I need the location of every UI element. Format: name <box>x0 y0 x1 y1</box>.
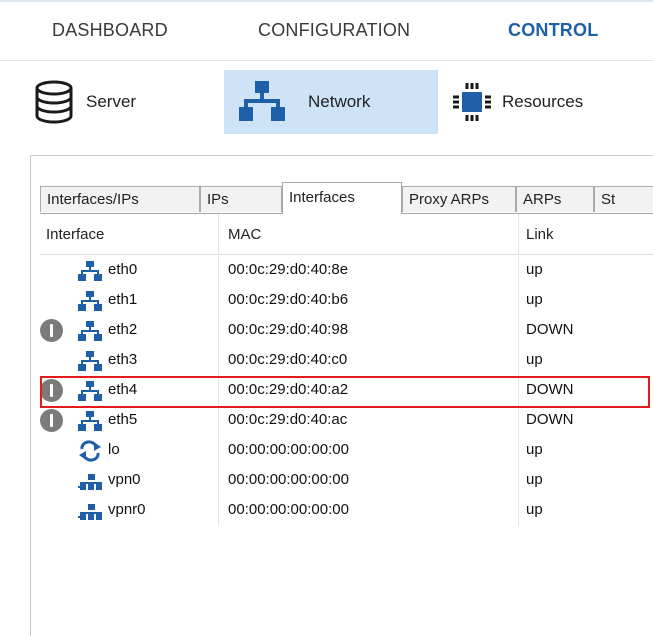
network-button[interactable]: Network <box>224 70 438 134</box>
mac-address: 00:0c:29:d0:40:ac <box>228 411 348 428</box>
network-icon <box>78 380 102 402</box>
column-divider <box>518 214 519 254</box>
mac-address: 00:00:00:00:00:00 <box>228 441 349 458</box>
table-row[interactable]: eth5 00:0c:29:d0:40:ac DOWN <box>40 406 653 436</box>
column-divider <box>518 436 519 466</box>
table-row[interactable]: eth4 00:0c:29:d0:40:a2 DOWN <box>40 376 653 406</box>
column-divider <box>218 406 219 436</box>
tab-arps[interactable]: ARPs <box>516 186 594 212</box>
column-divider <box>518 286 519 316</box>
column-divider <box>518 496 519 526</box>
warning-icon <box>40 409 63 432</box>
interface-name: eth2 <box>108 321 138 338</box>
column-divider <box>218 316 219 346</box>
column-divider <box>518 376 519 406</box>
network-label: Network <box>308 92 371 111</box>
tab-interfaces-ips[interactable]: Interfaces/IPs <box>40 186 200 212</box>
table-row[interactable]: eth2 00:0c:29:d0:40:98 DOWN <box>40 316 653 346</box>
mac-address: 00:0c:29:d0:40:98 <box>228 321 349 338</box>
table-row[interactable]: vpn0 00:00:00:00:00:00 up <box>40 466 653 496</box>
column-divider <box>218 496 219 526</box>
interface-name: eth3 <box>108 351 138 368</box>
menu-dashboard[interactable]: DASHBOARD <box>52 20 168 41</box>
column-divider <box>218 376 219 406</box>
column-divider <box>218 466 219 496</box>
table-row[interactable]: vpnr0 00:00:00:00:00:00 up <box>40 496 653 526</box>
column-divider <box>218 346 219 376</box>
tab-proxy-arps[interactable]: Proxy ARPs <box>402 186 516 212</box>
chip-icon <box>450 80 494 124</box>
column-divider <box>518 466 519 496</box>
mac-address: 00:00:00:00:00:00 <box>228 471 349 488</box>
column-header-mac[interactable]: MAC <box>228 226 261 243</box>
toolbar: Server Network Resources <box>0 62 653 142</box>
link-status: up <box>526 351 543 368</box>
interface-name: vpnr0 <box>108 501 146 518</box>
network-icon <box>78 320 102 342</box>
link-status: DOWN <box>526 411 574 428</box>
link-status: up <box>526 441 543 458</box>
mac-address: 00:0c:29:d0:40:a2 <box>228 381 349 398</box>
tab-st[interactable]: St <box>594 186 653 212</box>
interface-name: vpn0 <box>108 471 141 488</box>
menu-configuration[interactable]: CONFIGURATION <box>258 20 410 41</box>
server-button[interactable]: Server <box>34 70 204 134</box>
column-divider <box>518 406 519 436</box>
table-row[interactable]: eth3 00:0c:29:d0:40:c0 up <box>40 346 653 376</box>
tab-interfaces[interactable]: Interfaces <box>282 182 402 214</box>
loopback-icon <box>78 440 102 462</box>
resources-label: Resources <box>502 92 584 111</box>
interface-name: eth0 <box>108 261 138 278</box>
column-divider <box>218 436 219 466</box>
database-icon <box>34 80 74 124</box>
table-row[interactable]: eth1 00:0c:29:d0:40:b6 up <box>40 286 653 316</box>
link-status: up <box>526 471 543 488</box>
interface-name: lo <box>108 441 120 458</box>
column-divider <box>518 346 519 376</box>
network-icon <box>238 79 286 125</box>
mac-address: 00:0c:29:d0:40:c0 <box>228 351 348 368</box>
link-status: up <box>526 501 543 518</box>
tab-ips[interactable]: IPs <box>200 186 282 212</box>
link-status: up <box>526 261 543 278</box>
table-row[interactable]: eth0 00:0c:29:d0:40:8e up <box>40 256 653 286</box>
warning-icon <box>40 379 63 402</box>
mac-address: 00:0c:29:d0:40:8e <box>228 261 349 278</box>
column-divider <box>218 286 219 316</box>
network-icon <box>78 260 102 282</box>
top-menu: DASHBOARD CONFIGURATION CONTROL <box>0 0 653 61</box>
interface-name: eth4 <box>108 381 138 398</box>
column-divider <box>218 256 219 286</box>
mac-address: 00:0c:29:d0:40:b6 <box>228 291 349 308</box>
warning-icon <box>40 319 63 342</box>
table-header: Interface MAC Link <box>40 214 653 255</box>
network-icon <box>78 350 102 372</box>
vpn-icon <box>78 500 102 522</box>
column-header-link[interactable]: Link <box>526 226 554 243</box>
tab-bar: Interfaces/IPs IPs Interfaces Proxy ARPs… <box>40 182 653 214</box>
server-label: Server <box>86 92 137 111</box>
interface-name: eth5 <box>108 411 138 428</box>
resources-button[interactable]: Resources <box>450 70 653 134</box>
link-status: up <box>526 291 543 308</box>
column-divider <box>518 256 519 286</box>
menu-control[interactable]: CONTROL <box>508 20 598 41</box>
table-row[interactable]: lo 00:00:00:00:00:00 up <box>40 436 653 466</box>
network-icon <box>78 410 102 432</box>
interface-name: eth1 <box>108 291 138 308</box>
menu-top-border <box>0 0 653 2</box>
link-status: DOWN <box>526 381 574 398</box>
column-divider <box>518 316 519 346</box>
network-icon <box>78 290 102 312</box>
column-header-interface[interactable]: Interface <box>46 226 104 243</box>
mac-address: 00:00:00:00:00:00 <box>228 501 349 518</box>
column-divider <box>218 214 219 254</box>
vpn-icon <box>78 470 102 492</box>
link-status: DOWN <box>526 321 574 338</box>
